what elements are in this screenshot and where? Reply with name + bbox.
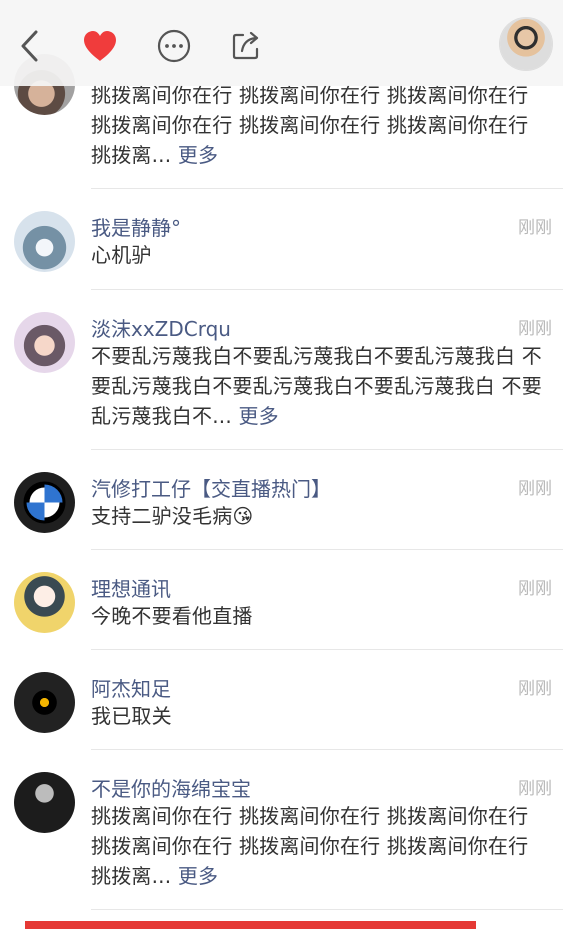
comment-text: 不要乱污蔑我白不要乱污蔑我白不要乱污蔑我白 不要乱污蔑我白不要乱污蔑我白不要乱污…: [91, 341, 551, 431]
comment-author[interactable]: 我是静静°: [91, 212, 181, 241]
comment-time: 刚刚: [518, 679, 552, 699]
comment-item[interactable]: 阿杰知足 刚刚 我已取关: [0, 650, 563, 750]
comment-body: 不要乱污蔑我白不要乱污蔑我白不要乱污蔑我白 不要乱污蔑我白不要乱污蔑我白不要乱污…: [91, 344, 542, 428]
comment-item[interactable]: 我是静静° 刚刚 心机驴: [0, 189, 563, 290]
more-link[interactable]: 更多: [178, 143, 218, 167]
more-options-button[interactable]: [154, 26, 194, 66]
bmw-logo-icon: [23, 481, 66, 524]
avatar[interactable]: [14, 472, 75, 533]
comment-author[interactable]: 理想通讯: [91, 573, 171, 602]
avatar[interactable]: [14, 672, 75, 733]
comment-time: 刚刚: [518, 319, 552, 339]
comment-text: 心机驴: [91, 240, 551, 270]
comment-body: 挑拨离间你在行 挑拨离间你在行 挑拨离间你在行 挑拨离间你在行 挑拨离间你在行 …: [91, 804, 529, 888]
comment-time: 刚刚: [518, 579, 552, 599]
avatar[interactable]: [14, 312, 75, 373]
comment-item[interactable]: 汽修打工仔【交直播热门】 刚刚 支持二驴没毛病😘: [0, 450, 563, 550]
share-button[interactable]: [226, 26, 266, 66]
comment-text: 挑拨离间你在行 挑拨离间你在行 挑拨离间你在行 挑拨离间你在行 挑拨离间你在行 …: [91, 80, 551, 170]
back-icon: [21, 30, 38, 62]
comment-body: 心机驴: [91, 243, 152, 267]
comment-page: 挑拨离间你在行 挑拨离间你在行 挑拨离间你在行 挑拨离间你在行 挑拨离间你在行 …: [0, 0, 563, 933]
comment-time: 刚刚: [518, 479, 552, 499]
comment-author[interactable]: 阿杰知足: [91, 673, 171, 702]
avatar[interactable]: [14, 211, 75, 272]
comment-body: 我已取关: [91, 704, 172, 728]
comment-text: 我已取关: [91, 701, 551, 731]
back-button[interactable]: [10, 26, 50, 66]
comment-author[interactable]: 不是你的海绵宝宝: [91, 773, 251, 802]
comment-text: 挑拨离间你在行 挑拨离间你在行 挑拨离间你在行 挑拨离间你在行 挑拨离间你在行 …: [91, 801, 551, 891]
comment-author[interactable]: 淡沫xxZDCrqu: [91, 313, 231, 342]
more-link[interactable]: 更多: [238, 404, 278, 428]
comment-body: 挑拨离间你在行 挑拨离间你在行 挑拨离间你在行 挑拨离间你在行 挑拨离间你在行 …: [91, 83, 529, 167]
heart-icon: [84, 31, 116, 61]
user-avatar[interactable]: [500, 18, 552, 70]
top-action-bar: [0, 0, 563, 86]
comment-text: 支持二驴没毛病😘: [91, 501, 551, 531]
comment-time: 刚刚: [518, 218, 552, 238]
comment-text: 今晚不要看他直播: [91, 601, 551, 631]
bottom-red-bar: [25, 921, 476, 929]
comment-item[interactable]: 理想通讯 刚刚 今晚不要看他直播: [0, 550, 563, 650]
more-link[interactable]: 更多: [178, 864, 218, 888]
avatar[interactable]: [14, 572, 75, 633]
divider: [91, 909, 563, 910]
comment-item[interactable]: 不是你的海绵宝宝 刚刚 挑拨离间你在行 挑拨离间你在行 挑拨离间你在行 挑拨离间…: [0, 750, 563, 910]
like-button[interactable]: [80, 26, 120, 66]
comment-body: 今晚不要看他直播: [91, 604, 253, 628]
avatar[interactable]: [14, 772, 75, 833]
more-icon: [157, 29, 191, 63]
comment-time: 刚刚: [518, 779, 552, 799]
comment-item[interactable]: 淡沫xxZDCrqu 刚刚 不要乱污蔑我白不要乱污蔑我白不要乱污蔑我白 不要乱污…: [0, 290, 563, 450]
share-icon: [232, 31, 259, 60]
comment-author[interactable]: 汽修打工仔【交直播热门】: [91, 473, 331, 502]
comment-body: 支持二驴没毛病😘: [91, 504, 254, 528]
